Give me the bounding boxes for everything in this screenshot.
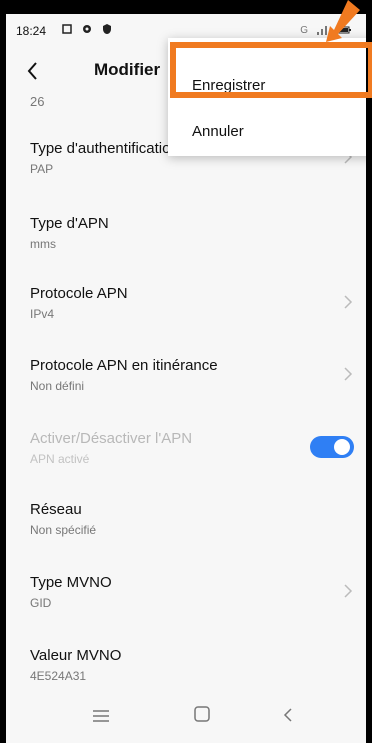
setting-value: mms bbox=[30, 237, 56, 251]
setting-network[interactable]: Réseau Non spécifié bbox=[6, 501, 366, 561]
chevron-right-icon bbox=[344, 295, 353, 309]
setting-value: GID bbox=[30, 596, 52, 610]
setting-title: Protocole APN en itinérance bbox=[30, 357, 218, 374]
notification-icon bbox=[62, 24, 72, 34]
setting-title: Type d'authentification bbox=[30, 140, 179, 157]
home-icon[interactable] bbox=[193, 705, 211, 723]
setting-apn-toggle: Activer/Désactiver l'APN APN activé bbox=[6, 430, 366, 490]
cancel-label: Annuler bbox=[192, 123, 244, 140]
menu-icon[interactable] bbox=[92, 709, 110, 723]
setting-value: IPv4 bbox=[30, 307, 55, 321]
arrow-indicator-icon bbox=[326, 0, 360, 42]
chevron-right-icon bbox=[344, 367, 353, 381]
setting-title: Activer/Désactiver l'APN bbox=[30, 430, 193, 447]
menu-item-cancel[interactable]: Annuler bbox=[168, 110, 366, 156]
back-icon[interactable] bbox=[282, 707, 294, 723]
setting-value: Non spécifié bbox=[30, 523, 97, 537]
chevron-right-icon bbox=[344, 584, 353, 598]
nav-bar bbox=[6, 691, 366, 743]
setting-roaming-protocol[interactable]: Protocole APN en itinérance Non défini bbox=[6, 357, 366, 417]
page-title: Modifier bbox=[94, 60, 161, 79]
status-icons-left bbox=[61, 23, 113, 35]
phone-frame: 18:24 G Modifier 26 Type d'authentificat… bbox=[0, 0, 372, 743]
setting-mvno-type[interactable]: Type MVNO GID bbox=[6, 574, 366, 634]
top-value: 26 bbox=[30, 94, 45, 109]
setting-apn-type[interactable]: Type d'APN mms bbox=[6, 215, 366, 275]
status-time: 18:24 bbox=[16, 24, 47, 38]
setting-value: APN activé bbox=[30, 452, 90, 466]
setting-value: PAP bbox=[30, 162, 54, 176]
setting-title: Valeur MVNO bbox=[30, 647, 122, 664]
setting-value: Non défini bbox=[30, 379, 85, 393]
highlight-box bbox=[170, 42, 372, 98]
settings-screen: 18:24 G Modifier 26 Type d'authentificat… bbox=[6, 14, 366, 743]
setting-apn-protocol[interactable]: Protocole APN IPv4 bbox=[6, 285, 366, 345]
setting-value: 4E524A31 bbox=[30, 669, 87, 683]
setting-title: Type d'APN bbox=[30, 215, 109, 232]
setting-title: Type MVNO bbox=[30, 574, 112, 591]
setting-title: Protocole APN bbox=[30, 285, 128, 302]
setting-title: Réseau bbox=[30, 501, 82, 518]
toggle-knob bbox=[334, 439, 350, 455]
shield-icon bbox=[103, 24, 111, 34]
gear-icon bbox=[83, 25, 91, 33]
apn-toggle-switch[interactable] bbox=[310, 436, 354, 458]
back-arrow-icon[interactable] bbox=[24, 60, 42, 82]
